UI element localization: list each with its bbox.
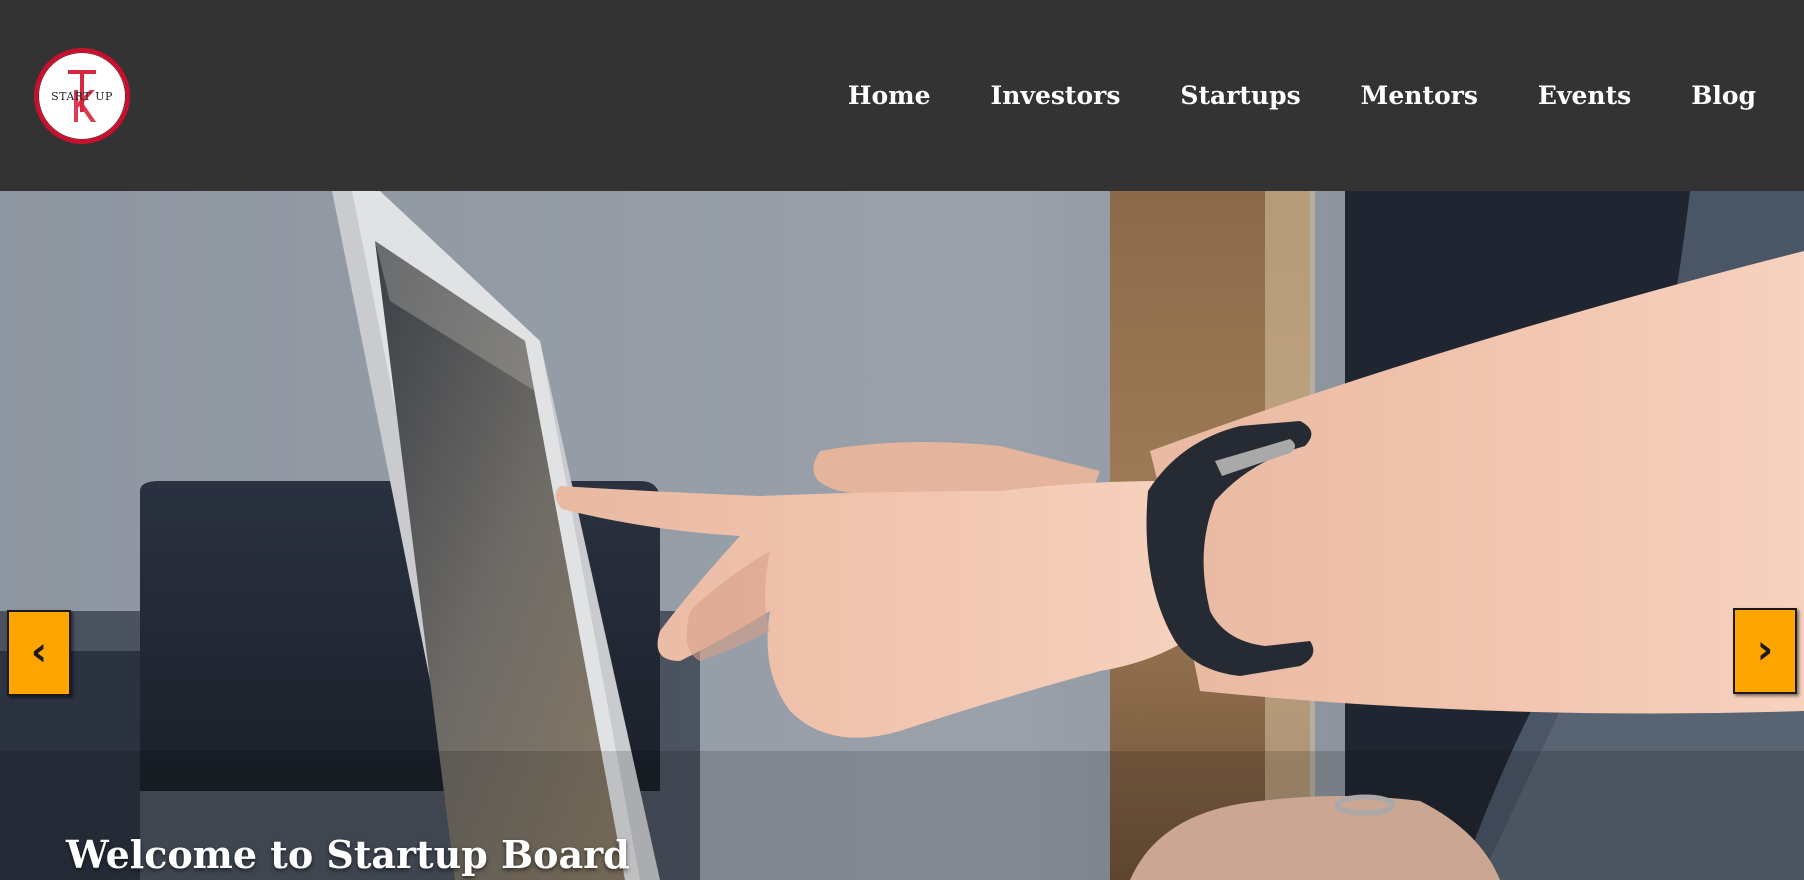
nav-item-mentors[interactable]: Mentors bbox=[1361, 78, 1478, 114]
top-navbar: START UP Home Investors Startups Mentors… bbox=[0, 0, 1804, 191]
nav-item-investors[interactable]: Investors bbox=[991, 78, 1121, 114]
main-nav: Home Investors Startups Mentors Events B… bbox=[788, 78, 1756, 114]
hero-title: Welcome to Startup Board bbox=[66, 832, 630, 878]
nav-item-events[interactable]: Events bbox=[1538, 78, 1631, 114]
logo-text: START UP bbox=[51, 90, 113, 103]
hero-photo-laptop-hand-icon bbox=[0, 191, 1804, 880]
nav-item-home[interactable]: Home bbox=[848, 78, 931, 114]
nav-item-blog[interactable]: Blog bbox=[1691, 78, 1756, 114]
startup-logo[interactable]: START UP bbox=[34, 48, 130, 144]
hero-carousel: ‹ › Welcome to Startup Board bbox=[0, 191, 1804, 880]
carousel-next-button[interactable]: › bbox=[1733, 608, 1797, 694]
carousel-prev-button[interactable]: ‹ bbox=[7, 610, 71, 696]
nav-item-startups[interactable]: Startups bbox=[1180, 78, 1300, 114]
